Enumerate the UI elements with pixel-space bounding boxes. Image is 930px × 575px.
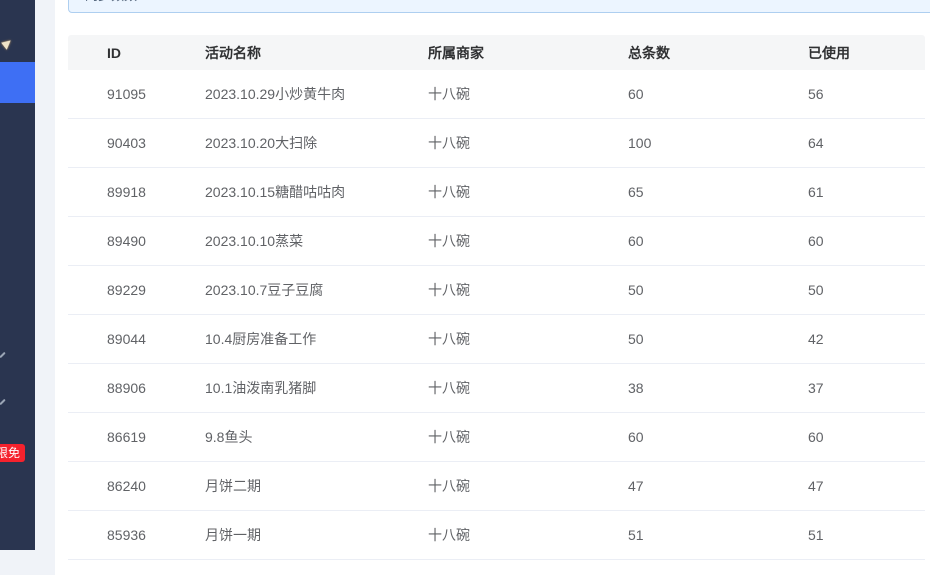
column-header-total: 总条数 bbox=[628, 35, 808, 70]
info-alert: 同步频数： 5% bbox=[68, 0, 930, 13]
cell-merchant: 十八碗 bbox=[428, 363, 628, 413]
cell-name: 2023.10.20大扫除 bbox=[205, 118, 428, 168]
cell-total: 60 bbox=[628, 412, 808, 462]
cell-total: 50 bbox=[628, 314, 808, 364]
cell-used: 51 bbox=[808, 510, 925, 560]
info-alert-text: 同步频数： 5% bbox=[85, 0, 172, 3]
cell-id: 90403 bbox=[68, 118, 205, 168]
cell-name: 9.8鱼头 bbox=[205, 412, 428, 462]
cell-id: 89044 bbox=[68, 314, 205, 364]
cell-name: 10.1油泼南乳猪脚 bbox=[205, 363, 428, 413]
table-row[interactable]: 86240 月饼二期 十八碗 47 47 bbox=[68, 461, 925, 511]
cell-total: 65 bbox=[628, 167, 808, 217]
cell-used: 37 bbox=[808, 363, 925, 413]
sidebar-item-icon[interactable] bbox=[0, 398, 6, 406]
cell-used: 47 bbox=[808, 461, 925, 511]
cell-id: 89229 bbox=[68, 265, 205, 315]
cell-total: 100 bbox=[628, 118, 808, 168]
table-row[interactable]: 85936 月饼一期 十八碗 51 51 bbox=[68, 510, 925, 560]
cell-name: 2023.10.10蒸菜 bbox=[205, 216, 428, 266]
sidebar-item-icon[interactable] bbox=[0, 351, 6, 359]
table-row[interactable]: 86619 9.8鱼头 十八碗 60 60 bbox=[68, 412, 925, 462]
cell-total: 38 bbox=[628, 363, 808, 413]
cell-merchant: 十八碗 bbox=[428, 167, 628, 217]
activity-table-wrap: ID 活动名称 所属商家 总条数 已使用 91095 2023.10.29小炒黄… bbox=[68, 35, 925, 560]
cell-used: 42 bbox=[808, 314, 925, 364]
column-header-id: ID bbox=[68, 35, 205, 70]
cell-merchant: 十八碗 bbox=[428, 314, 628, 364]
cell-used: 50 bbox=[808, 265, 925, 315]
table-row[interactable]: 91095 2023.10.29小炒黄牛肉 十八碗 60 56 bbox=[68, 70, 925, 119]
cell-merchant: 十八碗 bbox=[428, 216, 628, 266]
table-row[interactable]: 89918 2023.10.15糖醋咕咕肉 十八碗 65 61 bbox=[68, 167, 925, 217]
table-row[interactable]: 89229 2023.10.7豆子豆腐 十八碗 50 50 bbox=[68, 265, 925, 315]
cell-used: 61 bbox=[808, 167, 925, 217]
activity-table: ID 活动名称 所属商家 总条数 已使用 91095 2023.10.29小炒黄… bbox=[68, 35, 925, 560]
cell-total: 60 bbox=[628, 216, 808, 266]
cursor-icon bbox=[1, 37, 14, 50]
cell-name: 2023.10.15糖醋咕咕肉 bbox=[205, 167, 428, 217]
cell-id: 85936 bbox=[68, 510, 205, 560]
cell-name: 月饼一期 bbox=[205, 510, 428, 560]
cell-merchant: 十八碗 bbox=[428, 461, 628, 511]
cell-merchant: 十八碗 bbox=[428, 265, 628, 315]
cell-id: 91095 bbox=[68, 70, 205, 119]
cell-name: 2023.10.29小炒黄牛肉 bbox=[205, 70, 428, 119]
cell-used: 60 bbox=[808, 216, 925, 266]
sidebar-rail bbox=[0, 0, 35, 550]
cell-merchant: 十八碗 bbox=[428, 412, 628, 462]
table-row[interactable]: 89490 2023.10.10蒸菜 十八碗 60 60 bbox=[68, 216, 925, 266]
table-row[interactable]: 89044 10.4厨房准备工作 十八碗 50 42 bbox=[68, 314, 925, 364]
column-header-name: 活动名称 bbox=[205, 35, 428, 70]
cell-id: 86240 bbox=[68, 461, 205, 511]
cell-merchant: 十八碗 bbox=[428, 118, 628, 168]
column-header-merchant: 所属商家 bbox=[428, 35, 628, 70]
cell-id: 88906 bbox=[68, 363, 205, 413]
table-header-row: ID 活动名称 所属商家 总条数 已使用 bbox=[68, 35, 925, 70]
table-row[interactable]: 88906 10.1油泼南乳猪脚 十八碗 38 37 bbox=[68, 363, 925, 413]
cell-used: 56 bbox=[808, 70, 925, 119]
cell-name: 10.4厨房准备工作 bbox=[205, 314, 428, 364]
cell-used: 60 bbox=[808, 412, 925, 462]
cell-name: 2023.10.7豆子豆腐 bbox=[205, 265, 428, 315]
cell-total: 51 bbox=[628, 510, 808, 560]
cell-merchant: 十八碗 bbox=[428, 70, 628, 119]
cell-used: 64 bbox=[808, 118, 925, 168]
cell-merchant: 十八碗 bbox=[428, 510, 628, 560]
cell-total: 50 bbox=[628, 265, 808, 315]
app-root: { "colors": { "page_bg": "#f0f3f8", "sid… bbox=[0, 0, 930, 575]
cell-total: 47 bbox=[628, 461, 808, 511]
column-header-used: 已使用 bbox=[808, 35, 925, 70]
cell-id: 89918 bbox=[68, 167, 205, 217]
cell-name: 月饼二期 bbox=[205, 461, 428, 511]
cell-total: 60 bbox=[628, 70, 808, 119]
table-row[interactable]: 90403 2023.10.20大扫除 十八碗 100 64 bbox=[68, 118, 925, 168]
sidebar-item-active[interactable] bbox=[0, 62, 35, 103]
cell-id: 89490 bbox=[68, 216, 205, 266]
limited-free-badge[interactable]: 限免 bbox=[0, 444, 26, 462]
cell-id: 86619 bbox=[68, 412, 205, 462]
